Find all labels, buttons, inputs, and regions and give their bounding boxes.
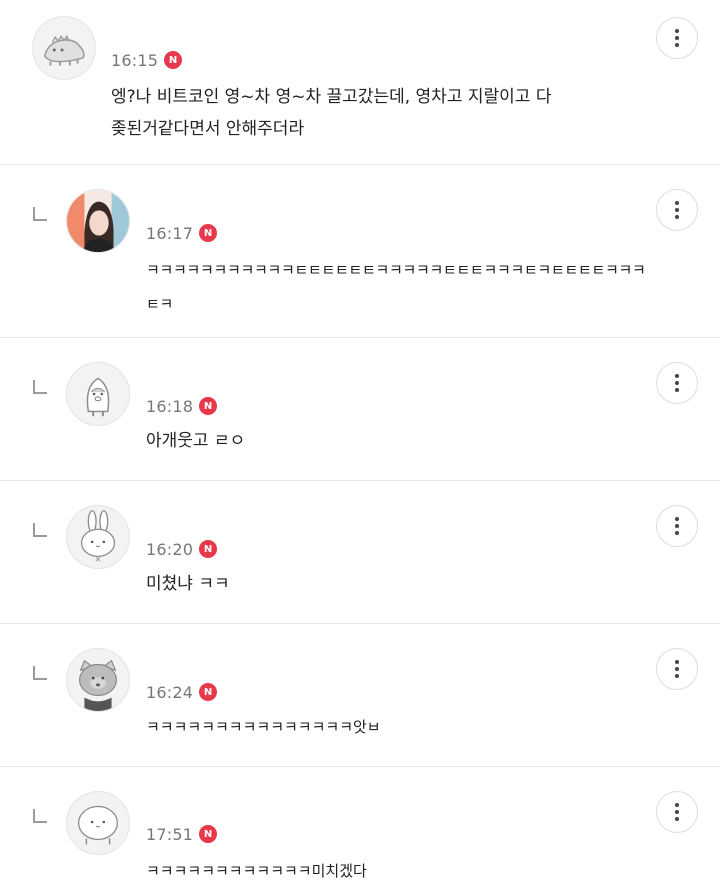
comment-text: ㅋㅋㅋㅋㅋㅋㅋㅋㅋㅋㅋㅋ미치겠다 <box>146 862 367 880</box>
more-vertical-icon-dot <box>675 531 679 535</box>
more-vertical-icon-dot <box>675 524 679 528</box>
reply-arrow-icon <box>33 809 47 823</box>
more-vertical-icon <box>675 660 679 664</box>
comment-text: 미쳤냐 ㅋㅋ <box>146 574 230 594</box>
more-options-button[interactable] <box>656 17 698 59</box>
bun-avatar-icon[interactable] <box>66 791 130 855</box>
more-vertical-icon-dot <box>675 817 679 821</box>
new-badge: N <box>199 224 218 242</box>
more-vertical-icon <box>675 517 679 521</box>
comment-time: 16:17 <box>146 223 194 243</box>
comment-meta: 16:18 N <box>146 395 218 417</box>
comment-text: ㅋㅋㅋㅋㅋㅋㅋㅋㅋㅋㅋㅌㅌㅌㅌㅌㅌㅋㅋㅋㅋㅋㅌㅌㅌㅋㅋㅋㅌㅋㅌㅌㅌㅌㅋㅋㅋ ㅌㅋ <box>146 261 646 313</box>
more-vertical-icon-dot <box>675 215 679 219</box>
reply-comment-item: 16:18 N 아개웃고 ㄹㅇ <box>0 338 720 480</box>
comment-meta: 16:20 N <box>146 538 218 560</box>
more-options-button[interactable] <box>656 189 698 231</box>
comment-time: 16:20 <box>146 539 194 559</box>
more-vertical-icon-dot <box>675 810 679 814</box>
new-badge: N <box>199 683 218 701</box>
more-vertical-icon-dot <box>675 208 679 212</box>
more-options-button[interactable] <box>656 791 698 833</box>
more-vertical-icon-dot <box>675 36 679 40</box>
more-options-button[interactable] <box>656 505 698 547</box>
more-vertical-icon-dot <box>675 381 679 385</box>
reply-arrow-icon <box>33 380 47 394</box>
dinosaur-avatar-icon[interactable] <box>32 16 96 80</box>
comment-text: 아개웃고 ㄹㅇ <box>146 431 246 451</box>
more-vertical-icon-dot <box>675 43 679 47</box>
cat-avatar-icon[interactable] <box>66 648 130 712</box>
more-vertical-icon-dot <box>675 667 679 671</box>
comment-meta: 17:51 N <box>146 823 218 845</box>
rabbit-avatar-icon[interactable] <box>66 505 130 569</box>
reply-comment-item: 16:24 N ㅋㅋㅋㅋㅋㅋㅋㅋㅋㅋㅋㅋㅋㅋㅋ앗ㅂ <box>0 624 720 766</box>
reply-arrow-icon <box>33 523 47 537</box>
comment-time: 17:51 <box>146 824 194 844</box>
comment-text: ㅋㅋㅋㅋㅋㅋㅋㅋㅋㅋㅋㅋㅋㅋㅋ앗ㅂ <box>146 718 381 736</box>
new-badge: N <box>199 825 218 843</box>
comment-text: 엥?나 비트코인 영~차 영~차 끌고갔는데, 영차고 지랄이고 다 좆된거같다… <box>111 87 552 139</box>
new-badge: N <box>164 51 183 69</box>
more-vertical-icon-dot <box>675 388 679 392</box>
more-vertical-icon <box>675 201 679 205</box>
more-vertical-icon-dot <box>675 674 679 678</box>
reply-comment-item: 16:20 N 미쳤냐 ㅋㅋ <box>0 481 720 623</box>
new-badge: N <box>199 397 218 415</box>
comment-meta: 16:15 N <box>111 49 183 71</box>
comment-time: 16:15 <box>111 50 159 70</box>
reply-arrow-icon <box>33 666 47 680</box>
reply-comment-item: 17:51 N ㅋㅋㅋㅋㅋㅋㅋㅋㅋㅋㅋㅋ미치겠다 <box>0 767 720 895</box>
more-options-button[interactable] <box>656 362 698 404</box>
comment-item: 16:15 N 엥?나 비트코인 영~차 영~차 끌고갔는데, 영차고 지랄이고… <box>0 0 720 164</box>
more-vertical-icon <box>675 803 679 807</box>
reply-comment-item: 16:17 N ㅋㅋㅋㅋㅋㅋㅋㅋㅋㅋㅋㅌㅌㅌㅌㅌㅌㅋㅋㅋㅋㅋㅌㅌㅌㅋㅋㅋㅌㅋㅌㅌ… <box>0 165 720 337</box>
penguin-avatar-icon[interactable] <box>66 362 130 426</box>
more-options-button[interactable] <box>656 648 698 690</box>
comment-meta: 16:24 N <box>146 681 218 703</box>
comment-meta: 16:17 N <box>146 222 218 244</box>
comment-time: 16:18 <box>146 396 194 416</box>
photo-avatar-icon[interactable] <box>66 189 130 253</box>
more-vertical-icon <box>675 29 679 33</box>
comment-time: 16:24 <box>146 682 194 702</box>
more-vertical-icon <box>675 374 679 378</box>
reply-arrow-icon <box>33 207 47 221</box>
new-badge: N <box>199 540 218 558</box>
